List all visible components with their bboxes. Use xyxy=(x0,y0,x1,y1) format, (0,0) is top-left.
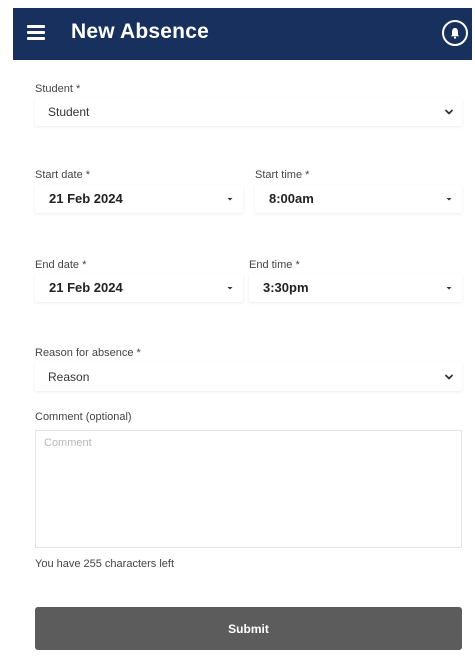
characters-left-text: You have 255 characters left xyxy=(35,558,175,570)
start-time-select[interactable]: 8:00am xyxy=(255,185,462,213)
comment-label: Comment (optional) xyxy=(35,411,132,423)
end-date-value: 21 Feb 2024 xyxy=(49,280,123,295)
student-select[interactable]: Student xyxy=(35,98,462,126)
end-date-label: End date * xyxy=(35,259,87,271)
start-date-label: Start date * xyxy=(35,169,91,181)
caret-down-icon xyxy=(446,198,452,201)
caret-down-icon xyxy=(227,198,233,201)
reason-value: Reason xyxy=(48,370,90,384)
end-date-select[interactable]: 21 Feb 2024 xyxy=(35,274,243,302)
new-absence-screen: New Absence Student * Student Start date… xyxy=(0,0,475,664)
start-time-value: 8:00am xyxy=(269,191,314,206)
student-label: Student * xyxy=(35,83,81,95)
bell-icon[interactable] xyxy=(442,20,468,46)
submit-button[interactable]: Submit xyxy=(35,607,462,650)
end-time-select[interactable]: 3:30pm xyxy=(249,274,462,302)
hamburger-menu-icon[interactable] xyxy=(27,25,45,41)
end-time-label: End time * xyxy=(249,259,300,271)
comment-textarea[interactable] xyxy=(35,430,462,548)
chevron-down-icon xyxy=(445,374,453,380)
app-header: New Absence xyxy=(13,8,472,60)
reason-label: Reason for absence * xyxy=(35,347,141,359)
page-title: New Absence xyxy=(71,20,209,43)
chevron-down-icon xyxy=(445,109,453,115)
student-value: Student xyxy=(48,105,90,119)
reason-select[interactable]: Reason xyxy=(35,363,462,391)
start-time-label: Start time * xyxy=(255,169,310,181)
start-date-select[interactable]: 21 Feb 2024 xyxy=(35,185,243,213)
caret-down-icon xyxy=(446,287,452,290)
start-date-value: 21 Feb 2024 xyxy=(49,191,123,206)
end-time-value: 3:30pm xyxy=(263,280,309,295)
caret-down-icon xyxy=(227,287,233,290)
